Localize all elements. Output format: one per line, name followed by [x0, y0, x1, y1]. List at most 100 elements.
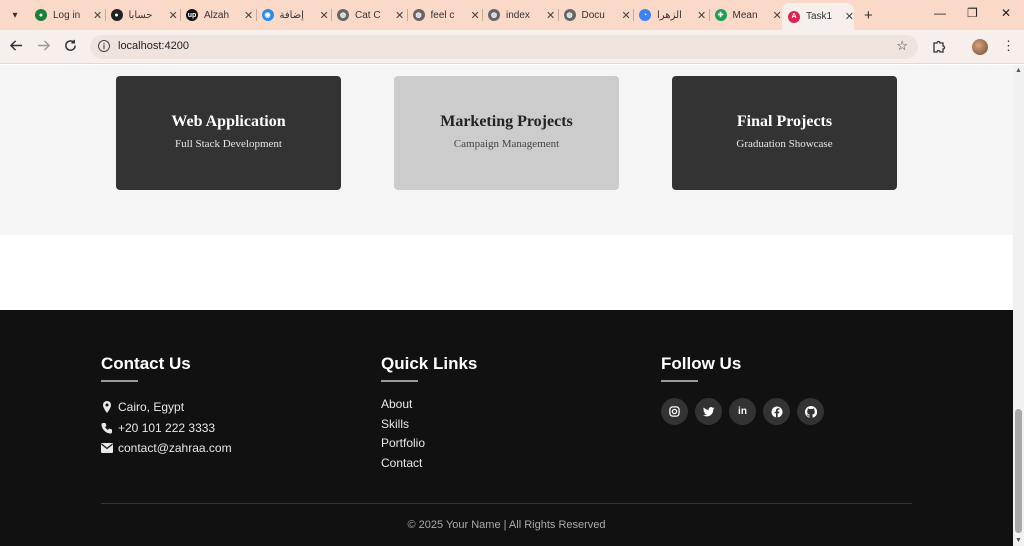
github-icon[interactable]	[797, 398, 824, 425]
tab-title: حسابا	[128, 9, 153, 21]
tab-close-icon[interactable]: ✕	[622, 9, 631, 22]
card-subtitle: Full Stack Development	[175, 138, 282, 150]
portfolio-section: Web Application Full Stack Development M…	[0, 65, 1013, 235]
back-arrow-icon[interactable]	[9, 39, 23, 55]
tab-close-icon[interactable]: ✕	[395, 9, 404, 22]
browser-tab[interactable]: ◍ Cat C ✕	[337, 4, 404, 26]
puzzle-icon[interactable]	[932, 39, 946, 56]
site-footer: Contact Us Cairo, Egypt +20 101 222 3333	[0, 310, 1013, 546]
footer-follow-column: Follow Us in	[661, 354, 824, 425]
tab-title: الزهرا	[657, 9, 682, 21]
browser-tab[interactable]: A Task1 ✕	[782, 3, 854, 30]
info-icon[interactable]: i	[98, 40, 110, 52]
tab-separator	[708, 9, 710, 21]
social-icons: in	[661, 398, 824, 425]
contact-location-text: Cairo, Egypt	[118, 400, 185, 415]
linkedin-icon[interactable]: in	[729, 398, 756, 425]
heading-underline	[381, 380, 418, 382]
tab-title: index	[506, 9, 530, 21]
restore-button[interactable]: ❐	[967, 6, 978, 20]
browser-tab[interactable]: ◍ Docu ✕	[563, 4, 631, 26]
url-text[interactable]: localhost:4200	[118, 40, 189, 52]
tab-favicon-icon: ●	[110, 9, 123, 21]
quick-link-skills[interactable]: Skills	[381, 417, 477, 437]
phone-icon	[101, 422, 113, 434]
tab-separator	[331, 9, 332, 21]
tab-title: Docu	[581, 9, 605, 21]
browser-tab[interactable]: up Alzah ✕	[186, 4, 253, 26]
tab-favicon-icon: ◍	[488, 9, 500, 21]
tab-close-icon[interactable]: ✕	[697, 9, 706, 22]
new-tab-button[interactable]: +	[864, 7, 873, 24]
star-icon[interactable]: ☆	[896, 38, 908, 54]
tab-separator	[482, 9, 483, 21]
tab-close-icon[interactable]: ✕	[169, 9, 178, 22]
tab-title: Task1	[806, 11, 833, 22]
browser-tab[interactable]: ✚ Mean ✕	[714, 4, 782, 26]
browser-tab[interactable]: ● حسابا ✕	[110, 4, 178, 26]
tab-close-icon[interactable]: ✕	[471, 9, 480, 22]
browser-tab[interactable]: ◍ feel c ✕	[412, 4, 480, 26]
card-title: Final Projects	[736, 113, 833, 130]
contact-location: Cairo, Egypt	[101, 397, 232, 418]
omnibox[interactable]: i localhost:4200 ☆	[90, 35, 918, 59]
tab-separator	[104, 9, 106, 21]
card-title: Marketing Projects	[440, 113, 573, 130]
contact-phone: +20 101 222 3333	[101, 418, 232, 439]
follow-heading: Follow Us	[661, 354, 742, 373]
scroll-up-arrow-icon[interactable]: ▲	[1015, 67, 1022, 74]
card-title: Web Application	[171, 113, 286, 130]
footer-contact-column: Contact Us Cairo, Egypt +20 101 222 3333	[101, 354, 232, 459]
tab-close-icon[interactable]: ✕	[546, 9, 555, 22]
tab-title: Mean	[732, 9, 758, 21]
envelope-icon	[101, 443, 113, 454]
quick-link-about[interactable]: About	[381, 397, 477, 417]
browser-tab[interactable]: ◔ الزهرا ✕	[639, 4, 706, 26]
tab-close-icon[interactable]: ✕	[93, 9, 102, 22]
footer-divider	[101, 503, 912, 504]
portfolio-card-final-projects[interactable]: Final Projects Graduation Showcase	[672, 76, 897, 190]
instagram-icon[interactable]	[661, 398, 688, 425]
tab-close-icon[interactable]: ✕	[845, 10, 854, 23]
heading-underline	[101, 380, 138, 382]
tab-favicon-icon: ◉	[261, 9, 274, 21]
forward-arrow-icon[interactable]	[37, 39, 51, 55]
tab-close-icon[interactable]: ✕	[773, 9, 782, 22]
scroll-down-arrow-icon[interactable]: ▼	[1015, 537, 1022, 544]
twitter-icon[interactable]	[695, 398, 722, 425]
quick-links-list: About Skills Portfolio Contact	[381, 397, 477, 475]
card-subtitle: Campaign Management	[453, 138, 560, 150]
page-scrollbar[interactable]: ▲ ▼	[1013, 65, 1024, 546]
contact-heading: Contact Us	[101, 354, 191, 373]
contact-email: contact@zahraa.com	[101, 438, 232, 459]
tab-favicon-icon: ◍	[337, 9, 349, 21]
reload-icon[interactable]	[64, 39, 77, 55]
close-window-button[interactable]: ✕	[1001, 6, 1011, 20]
tab-separator	[406, 9, 408, 21]
tab-title: Alzah	[204, 9, 230, 21]
browser-tab[interactable]: ◍ index ✕	[488, 4, 555, 26]
card-subtitle: Graduation Showcase	[736, 138, 833, 150]
browser-tab[interactable]: ◉ إضافة ✕	[261, 4, 329, 26]
minimize-button[interactable]: —	[934, 6, 946, 20]
scrollbar-thumb[interactable]	[1015, 409, 1022, 533]
tab-favicon-icon: ●	[35, 9, 47, 21]
facebook-icon[interactable]	[763, 398, 790, 425]
tab-title: Cat C	[355, 9, 381, 21]
tab-title: Log in	[53, 9, 81, 21]
tab-close-icon[interactable]: ✕	[320, 9, 329, 22]
tab-separator	[557, 9, 559, 21]
quick-link-contact[interactable]: Contact	[381, 456, 477, 476]
contact-email-text: contact@zahraa.com	[118, 441, 232, 456]
portfolio-card-marketing-projects[interactable]: Marketing Projects Campaign Management	[394, 76, 619, 190]
tab-title: feel c	[430, 9, 455, 21]
kebab-menu-icon[interactable]: ⋮	[1002, 38, 1015, 54]
portfolio-card-web-application[interactable]: Web Application Full Stack Development	[116, 76, 341, 190]
tab-close-icon[interactable]: ✕	[244, 9, 253, 22]
tab-favicon-icon: A	[788, 10, 800, 23]
quick-link-portfolio[interactable]: Portfolio	[381, 436, 477, 456]
profile-avatar[interactable]	[972, 39, 988, 55]
tab-search-chevron-icon[interactable]: ▾	[6, 6, 24, 24]
browser-tab[interactable]: ● Log in ✕	[35, 4, 102, 26]
tab-favicon-icon: up	[186, 9, 198, 21]
